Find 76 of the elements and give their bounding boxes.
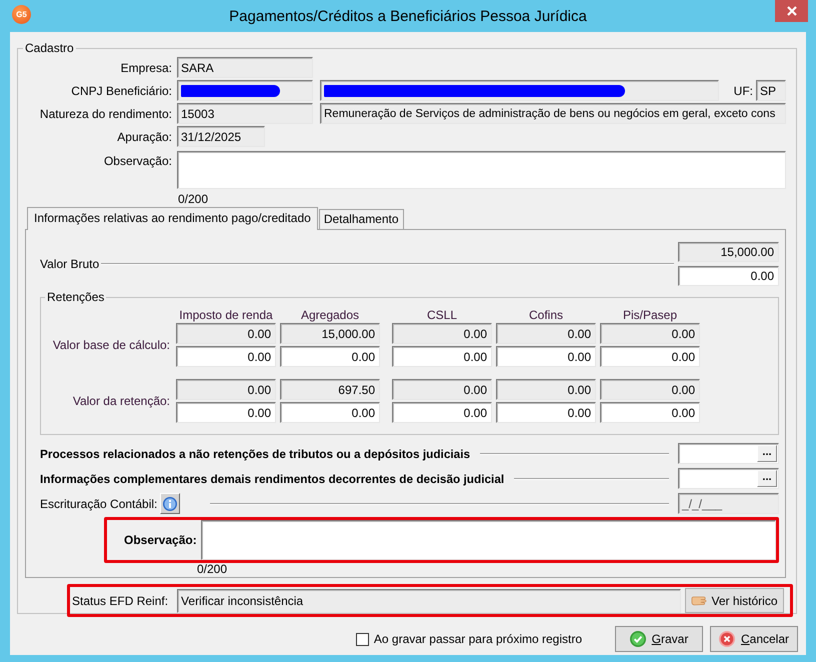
- window-title: Pagamentos/Créditos a Beneficiários Pessoa Jurídica: [229, 7, 587, 26]
- amount-field[interactable]: 0.00: [392, 346, 492, 367]
- lookup-field[interactable]: ...: [678, 443, 779, 464]
- field-label: UF:: [734, 84, 753, 98]
- column-header: Imposto de renda: [178, 308, 274, 322]
- checkbox[interactable]: [356, 632, 369, 646]
- close-button[interactable]: [775, 0, 808, 22]
- text-field[interactable]: 31/12/2025: [177, 126, 265, 147]
- amount-field[interactable]: 0.00: [392, 379, 492, 400]
- status-field[interactable]: Verificar inconsistência: [177, 588, 681, 612]
- row-label: Valor base de cálculo:: [52, 338, 170, 352]
- amount-field[interactable]: 0.00: [392, 323, 492, 344]
- text-field[interactable]: SARA: [177, 57, 313, 78]
- checkbox-label[interactable]: Ao gravar passar para próximo registro: [374, 632, 582, 646]
- amount-field[interactable]: 0.00: [176, 323, 276, 344]
- memo-field[interactable]: [177, 151, 786, 189]
- ellipsis-button[interactable]: ...: [757, 445, 777, 462]
- amount-field[interactable]: 0.00: [496, 323, 596, 344]
- date-field[interactable]: _/_/___: [678, 493, 779, 514]
- amount-field[interactable]: 0.00: [496, 346, 596, 367]
- save-button[interactable]: Gravar: [615, 626, 703, 652]
- field-label: Observação:: [123, 533, 198, 547]
- close-icon: [786, 6, 796, 16]
- text-field[interactable]: 15003: [177, 103, 313, 124]
- memo-field[interactable]: [200, 520, 776, 560]
- text-field[interactable]: Remuneração de Serviços de administração de bens ou negócios em geral, exceto cons: [320, 103, 786, 124]
- text-field[interactable]: SP: [756, 80, 786, 101]
- amount-field[interactable]: 0.00: [176, 379, 276, 400]
- group-title: Retenções: [46, 290, 106, 304]
- amount-field[interactable]: 0.00: [600, 346, 700, 367]
- history-button[interactable]: Ver histórico: [685, 588, 784, 613]
- field-label: Observação:: [102, 153, 172, 168]
- amount-field[interactable]: 0.00: [496, 379, 596, 400]
- field-label: Processos relacionados a não retenções de tributos ou a depósitos judiciais: [40, 446, 470, 460]
- amount-field[interactable]: 0.00: [176, 402, 276, 423]
- column-header: Pis/Pasep: [622, 308, 678, 322]
- amount-field[interactable]: 0.00: [496, 402, 596, 423]
- amount-field[interactable]: 15,000.00: [280, 323, 380, 344]
- tab[interactable]: Informações relativas ao rendimento pago/creditado: [27, 207, 318, 230]
- text-field[interactable]: [177, 80, 313, 101]
- info-button[interactable]: [160, 493, 180, 514]
- amount-field[interactable]: 0.00: [600, 379, 700, 400]
- ellipsis-button[interactable]: ...: [757, 470, 777, 487]
- amount-field[interactable]: 0.00: [678, 266, 779, 286]
- row-label: Valor da retenção:: [72, 394, 170, 408]
- column-header: CSLL: [426, 308, 458, 322]
- field-label: Empresa:: [120, 60, 172, 74]
- amount-field[interactable]: 0.00: [600, 402, 700, 423]
- amount-field[interactable]: 0.00: [280, 402, 380, 423]
- amount-field[interactable]: 0.00: [600, 323, 700, 344]
- text-field[interactable]: [320, 80, 719, 101]
- field-label: Informações complementares demais rendimentos decorrentes de decisão judicial: [40, 472, 504, 486]
- char-counter: 0/200: [178, 192, 208, 206]
- column-header: Agregados: [300, 308, 360, 322]
- field-label: Escrituração Contábil:: [40, 496, 158, 510]
- app-logo: G5: [12, 5, 31, 24]
- group-title: Cadastro: [24, 41, 75, 55]
- amount-field[interactable]: 15,000.00: [678, 242, 779, 262]
- char-counter: 0/200: [197, 563, 228, 576]
- info-icon: [163, 496, 178, 510]
- amount-field[interactable]: 697.50: [280, 379, 380, 400]
- column-header: Cofins: [528, 308, 564, 322]
- section-label: Valor Bruto: [40, 257, 100, 271]
- field-label: CNPJ Beneficiário:: [70, 84, 172, 98]
- amount-field[interactable]: 0.00: [280, 346, 380, 367]
- tab[interactable]: Detalhamento: [318, 209, 404, 229]
- field-label: Natureza do rendimento:: [38, 106, 172, 120]
- amount-field[interactable]: 0.00: [392, 402, 492, 423]
- lookup-field[interactable]: ...: [678, 468, 779, 489]
- check-icon: [630, 631, 646, 647]
- cancel-button[interactable]: Cancelar: [710, 626, 798, 652]
- hand-icon: [691, 595, 708, 606]
- field-label: Status EFD Reinf:: [72, 594, 168, 608]
- field-label: Apuração:: [116, 130, 172, 144]
- amount-field[interactable]: 0.00: [176, 346, 276, 367]
- x-circle-icon: [718, 631, 735, 647]
